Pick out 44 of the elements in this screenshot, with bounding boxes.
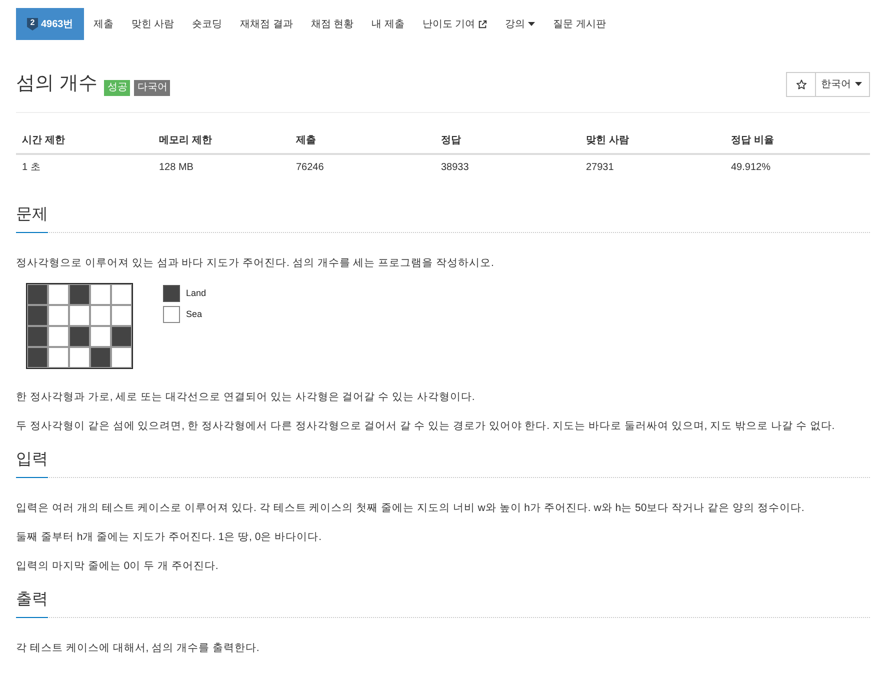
paragraph: 정사각형으로 이루어져 있는 섬과 바다 지도가 주어진다. 섬의 개수를 세는 프로그램을 작성하시오. <box>16 256 495 271</box>
status-label: 성공 <box>104 80 130 96</box>
column-header: 맞힌 사람 <box>585 134 630 148</box>
status-label: 다국어 <box>134 80 170 96</box>
nav-link[interactable]: 재채점 결과 <box>231 8 302 40</box>
legend-label: Land <box>186 286 206 300</box>
favorite-button[interactable] <box>786 72 816 96</box>
paragraph: 각 테스트 케이스에 대해서, 섬의 개수를 출력한다. <box>16 641 260 656</box>
legend-label: Sea <box>186 308 202 321</box>
column-header: 정답 <box>440 134 462 148</box>
caret-icon <box>528 22 536 26</box>
table-cell-text: 128 MB <box>158 161 194 175</box>
nav-link[interactable]: 내 제출 <box>362 8 414 40</box>
paragraph: 한 정사각형과 가로, 세로 또는 대각선으로 연결되어 있는 사각형은 걸어갈 수 있는 사각형이다. <box>16 390 476 405</box>
table-cell-text: 49.912% <box>730 161 772 175</box>
tier-badge: 2 <box>27 18 38 30</box>
table-cell-text: 27931 <box>585 161 615 175</box>
column-header: 제출 <box>295 134 317 148</box>
table-cell-text: 38933 <box>440 161 470 175</box>
nav-link[interactable]: 숏코딩 <box>183 8 232 40</box>
section-heading: 문제 <box>16 200 48 233</box>
language-dropdown[interactable]: 한국어 <box>816 72 870 96</box>
problem-tab[interactable]: 2 4963번 <box>16 8 84 40</box>
nav-link[interactable]: 질문 게시판 <box>544 8 615 40</box>
paragraph: 둘째 줄부터 h개 줄에는 지도가 주어진다. 1은 땅, 0은 바다이다. <box>16 530 323 545</box>
paragraph: 입력의 마지막 줄에는 0이 두 개 주어진다. <box>16 559 220 574</box>
column-header: 정답 비율 <box>730 134 775 148</box>
star-icon <box>796 78 806 90</box>
nav-link[interactable]: 제출 <box>84 8 122 40</box>
nav-link[interactable]: 강의 <box>496 8 544 40</box>
nav-link[interactable]: 채점 현황 <box>302 8 363 40</box>
nav-link[interactable]: 난이도 기여 <box>413 8 496 40</box>
nav-link[interactable]: 맞힌 사람 <box>122 8 184 40</box>
section-heading: 출력 <box>16 585 48 618</box>
section-heading: 입력 <box>16 445 48 478</box>
paragraph: 두 정사각형이 같은 섬에 있으려면, 한 정사각형에서 다른 정사각형으로 걸어서 갈 수 있는 경로가 있어야 한다. 지도는 바다로 둘러싸여 있으며, 지도 밖으로 나갈 수 없다. <box>16 419 836 434</box>
table-cell-text: 76246 <box>295 161 325 175</box>
problem-title: 섬의 개수 <box>16 72 98 96</box>
column-header: 시간 제한 <box>21 134 66 148</box>
paragraph: 입력은 여러 개의 테스트 케이스로 이루어져 있다. 각 테스트 케이스의 첫째 줄에는 지도의 너비 w와 높이 h가 주어진다. w와 h는 50보다 작거나 같은 양의 정수이다. <box>16 501 806 516</box>
external-link-icon <box>478 20 488 28</box>
table-cell-text: 1 초 <box>21 161 42 175</box>
caret-icon <box>855 82 862 86</box>
column-header: 메모리 제한 <box>158 134 213 148</box>
